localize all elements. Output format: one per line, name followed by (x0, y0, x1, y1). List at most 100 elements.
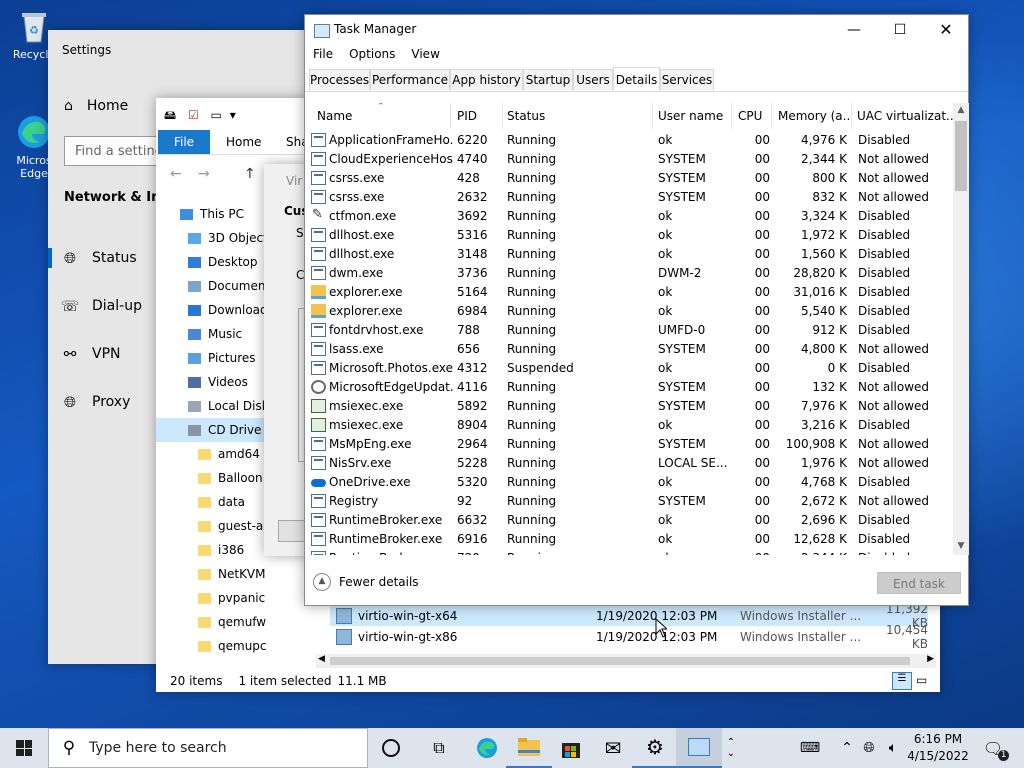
settings-nav-proxy[interactable]: 🌐︎ Proxy (48, 388, 168, 416)
process-row[interactable]: MicrosoftEdgeUpdat... 4116 Running SYSTEM 00… (305, 378, 953, 397)
scroll-thumb[interactable] (955, 121, 967, 191)
up-arrow-icon[interactable]: ↑ (244, 166, 256, 182)
tree-item[interactable]: amd64 (156, 442, 266, 466)
tree-item[interactable]: CD Drive (I (156, 418, 266, 442)
keyboard-tray-button[interactable]: ⌨ (796, 728, 824, 768)
task-manager-taskbar-button[interactable] (676, 728, 722, 768)
volume-tray-button[interactable]: 🔈︎ (882, 728, 904, 768)
column-header-memory[interactable]: Memory (a... (774, 103, 852, 129)
tree-item[interactable]: Balloon (156, 466, 266, 490)
file-explorer-taskbar-button[interactable] (506, 728, 552, 768)
column-header-pid[interactable]: PID (453, 103, 503, 129)
show-hidden-icons-button[interactable]: ⌃ (838, 728, 856, 768)
process-row[interactable]: RuntimeBroker.exe 6632 Running ok 00 2,696 K D… (305, 511, 953, 530)
scroll-up-icon[interactable]: ▲ (953, 105, 969, 115)
process-row[interactable]: explorer.exe 5164 Running ok 00 31,016 K Disab… (305, 283, 953, 302)
process-row[interactable]: csrss.exe 2632 Running SYSTEM 00 832 K Not all… (305, 188, 953, 207)
vertical-scrollbar[interactable]: ▲ ▼ (953, 103, 969, 555)
scroll-right-icon[interactable]: ▶ (927, 654, 934, 664)
file-row[interactable]: virtio-win-gt-x86 1/19/2020 12:03 PM Win… (330, 623, 928, 651)
tree-item[interactable]: Download (156, 298, 266, 322)
tab-home[interactable]: Home (226, 135, 261, 149)
forward-arrow-icon[interactable]: → (198, 166, 210, 182)
column-header-status[interactable]: Status (503, 103, 653, 129)
tree-item[interactable]: Local Disk (156, 394, 266, 418)
tree-item[interactable]: guest-ag (156, 514, 266, 538)
tree-item[interactable]: qemufwcfg (156, 610, 266, 634)
process-row[interactable]: RuntimeBroker.exe 6916 Running ok 00 12,628 K… (305, 530, 953, 549)
scroll-down-icon[interactable]: ▼ (953, 541, 969, 551)
tab-startup[interactable]: Startup (523, 69, 573, 90)
tree-item[interactable]: This PC (156, 202, 266, 226)
menu-options[interactable]: Options (349, 47, 395, 67)
tree-item[interactable]: data (156, 490, 266, 514)
process-row[interactable]: msiexec.exe 5892 Running SYSTEM 00 7,976 K Not… (305, 397, 953, 416)
settings-nav-status[interactable]: 🌐︎ Status (48, 244, 168, 272)
process-row[interactable]: Registry 92 Running SYSTEM 00 2,672 K Not allo… (305, 492, 953, 511)
process-row[interactable]: RuntimeBroker.exe 720 Running ok 00 2,344 K Di… (305, 549, 953, 555)
tree-item[interactable]: Music (156, 322, 266, 346)
process-row[interactable]: Microsoft.Photos.exe 4312 Suspended ok 00 0 K… (305, 359, 953, 378)
tab-app-history[interactable]: App history (450, 69, 523, 90)
tab-file[interactable]: File (158, 130, 210, 154)
tab-services[interactable]: Services (660, 69, 714, 90)
start-button[interactable] (0, 728, 48, 768)
settings-nav-dialup[interactable]: ☏ Dial-up (48, 292, 168, 320)
horizontal-scrollbar[interactable]: ◀ ▶ (316, 654, 936, 668)
menu-view[interactable]: View (411, 47, 439, 67)
process-row[interactable]: NisSrv.exe 5228 Running LOCAL SE... 00 1,976 … (305, 454, 953, 473)
column-header-name[interactable]: ⌃ Name (313, 103, 451, 129)
process-row[interactable]: dllhost.exe 5316 Running ok 00 1,972 K Disable… (305, 226, 953, 245)
process-row[interactable]: OneDrive.exe 5320 Running ok 00 4,768 K Disabl… (305, 473, 953, 492)
process-row[interactable]: fontdrvhost.exe 788 Running UMFD-0 00 912 K Di… (305, 321, 953, 340)
menu-file[interactable]: File (313, 47, 333, 67)
tab-details[interactable]: Details (613, 67, 660, 90)
edge-taskbar-button[interactable] (464, 728, 510, 768)
store-taskbar-button[interactable] (548, 728, 594, 768)
process-row[interactable]: msiexec.exe 8904 Running ok 00 3,216 K Disable… (305, 416, 953, 435)
task-view-button[interactable]: ⧉ (416, 728, 462, 768)
tray-overflow[interactable]: ⌃ ⌄ (722, 728, 740, 768)
tree-item[interactable]: qemupciserial (156, 634, 266, 658)
taskbar-search-box[interactable]: ⚲ Type here to search (48, 728, 368, 768)
close-button[interactable]: ✕ (923, 15, 969, 45)
chevron-down-icon[interactable]: ▾ (230, 108, 236, 122)
file-row[interactable]: virtio-win-gt-x64 1/19/2020 12:03 PM Win… (330, 602, 928, 630)
back-arrow-icon[interactable]: ← (170, 166, 182, 182)
settings-home[interactable]: ⌂ Home (64, 98, 128, 114)
process-row[interactable]: ctfmon.exe 3692 Running ok 00 3,324 K Disabled (305, 207, 953, 226)
tree-item[interactable]: Document (156, 274, 266, 298)
end-task-button[interactable]: End task (877, 572, 961, 594)
maximize-button[interactable]: ☐ (877, 15, 923, 45)
tree-item[interactable]: Videos (156, 370, 266, 394)
settings-taskbar-button[interactable]: ⚙ (632, 728, 678, 768)
process-row[interactable]: ApplicationFrameHo... 6220 Running ok 00 4,97… (305, 131, 953, 150)
process-row[interactable]: MsMpEng.exe 2964 Running SYSTEM 00 100,908 K N… (305, 435, 953, 454)
details-view-icon[interactable]: ☰ (892, 672, 912, 690)
large-icons-view-icon[interactable]: ▭ (916, 673, 927, 687)
process-row[interactable]: lsass.exe 656 Running SYSTEM 00 4,800 K Not al… (305, 340, 953, 359)
process-row[interactable]: explorer.exe 6984 Running ok 00 5,540 K Disabl… (305, 302, 953, 321)
process-row[interactable]: dllhost.exe 3148 Running ok 00 1,560 K Disable… (305, 245, 953, 264)
scroll-thumb[interactable] (330, 657, 910, 665)
tree-item[interactable]: Desktop (156, 250, 266, 274)
column-header-uac[interactable]: UAC virtualizat... (853, 103, 953, 129)
tree-item[interactable]: pvpanic (156, 586, 266, 610)
column-header-user[interactable]: User name (654, 103, 732, 129)
minimize-button[interactable]: — (831, 15, 877, 45)
tree-item[interactable]: 3D Objects (156, 226, 266, 250)
cortana-button[interactable] (368, 728, 414, 768)
process-row[interactable]: CloudExperienceHos... 4740 Running SYSTEM 00… (305, 150, 953, 169)
tab-users[interactable]: Users (573, 69, 613, 90)
process-row[interactable]: csrss.exe 428 Running SYSTEM 00 800 K Not allo… (305, 169, 953, 188)
column-header-cpu[interactable]: CPU (734, 103, 772, 129)
tree-item[interactable]: Pictures (156, 346, 266, 370)
mail-taskbar-button[interactable]: ✉ (590, 728, 636, 768)
notification-center-button[interactable]: 🗨︎ 1 (980, 728, 1010, 768)
tab-processes[interactable]: Processes (309, 69, 370, 90)
fewer-details-button[interactable]: ▲ Fewer details (313, 573, 419, 591)
taskbar-clock[interactable]: 6:16 PM 4/15/2022 (904, 731, 972, 765)
process-row[interactable]: dwm.exe 3736 Running DWM-2 00 28,820 K Disable… (305, 264, 953, 283)
tab-performance[interactable]: Performance (370, 69, 450, 90)
settings-nav-vpn[interactable]: ⚯ VPN (48, 340, 168, 368)
